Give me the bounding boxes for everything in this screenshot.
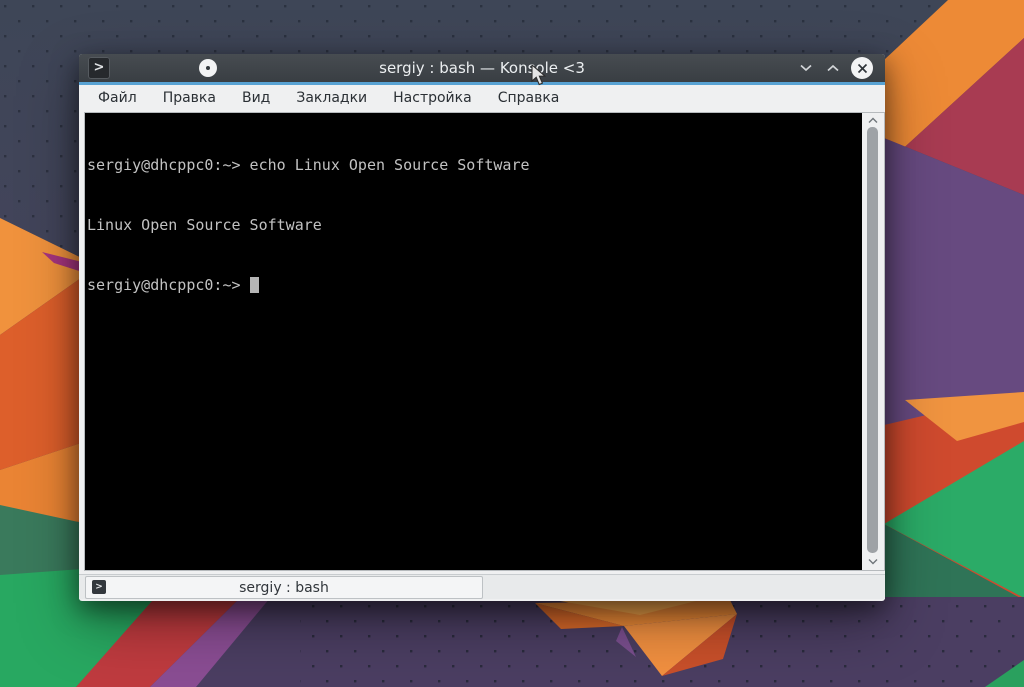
menu-item-settings[interactable]: Настройка: [380, 85, 485, 112]
scroll-up-button[interactable]: [866, 115, 880, 125]
chevron-down-icon: [800, 64, 812, 72]
menu-item-edit[interactable]: Правка: [150, 85, 229, 112]
scrollbar-track[interactable]: [862, 113, 884, 570]
chevron-up-icon: [827, 64, 839, 72]
tab-sergiy-bash[interactable]: > sergiy : bash: [85, 576, 483, 599]
desktop: > sergiy : bash — Konsole <3 Файл Правка…: [0, 0, 1024, 687]
terminal-line: sergiy@dhcppc0:~>: [87, 275, 862, 295]
tab-label: sergiy : bash: [239, 579, 329, 596]
minimize-button[interactable]: [797, 60, 815, 76]
window-title: sergiy : bash — Konsole <3: [379, 59, 585, 77]
menu-item-help[interactable]: Справка: [485, 85, 573, 112]
titlebar[interactable]: > sergiy : bash — Konsole <3: [79, 54, 885, 82]
terminal-output[interactable]: sergiy@dhcppc0:~> echo Linux Open Source…: [85, 113, 862, 570]
menu-item-file[interactable]: Файл: [85, 85, 150, 112]
menubar: Файл Правка Вид Закладки Настройка Справ…: [79, 85, 885, 112]
scroll-down-button[interactable]: [866, 556, 880, 566]
scrollbar-thumb[interactable]: [867, 127, 878, 553]
terminal-line: sergiy@dhcppc0:~> echo Linux Open Source…: [87, 156, 530, 174]
konsole-window: > sergiy : bash — Konsole <3 Файл Правка…: [79, 54, 885, 601]
maximize-button[interactable]: [824, 60, 842, 76]
close-icon: [857, 63, 867, 73]
terminal-line: Linux Open Source Software: [87, 216, 322, 234]
terminal-cursor: [249, 277, 259, 293]
terminal-icon: >: [92, 580, 106, 594]
chevron-up-icon: [868, 117, 878, 123]
close-button[interactable]: [851, 57, 873, 79]
menu-item-view[interactable]: Вид: [229, 85, 283, 112]
chevron-down-icon: [868, 558, 878, 564]
tab-bar: > sergiy : bash: [79, 574, 885, 599]
mouse-cursor: [531, 65, 547, 86]
terminal-frame: sergiy@dhcppc0:~> echo Linux Open Source…: [84, 112, 885, 571]
menu-item-bookmarks[interactable]: Закладки: [283, 85, 380, 112]
